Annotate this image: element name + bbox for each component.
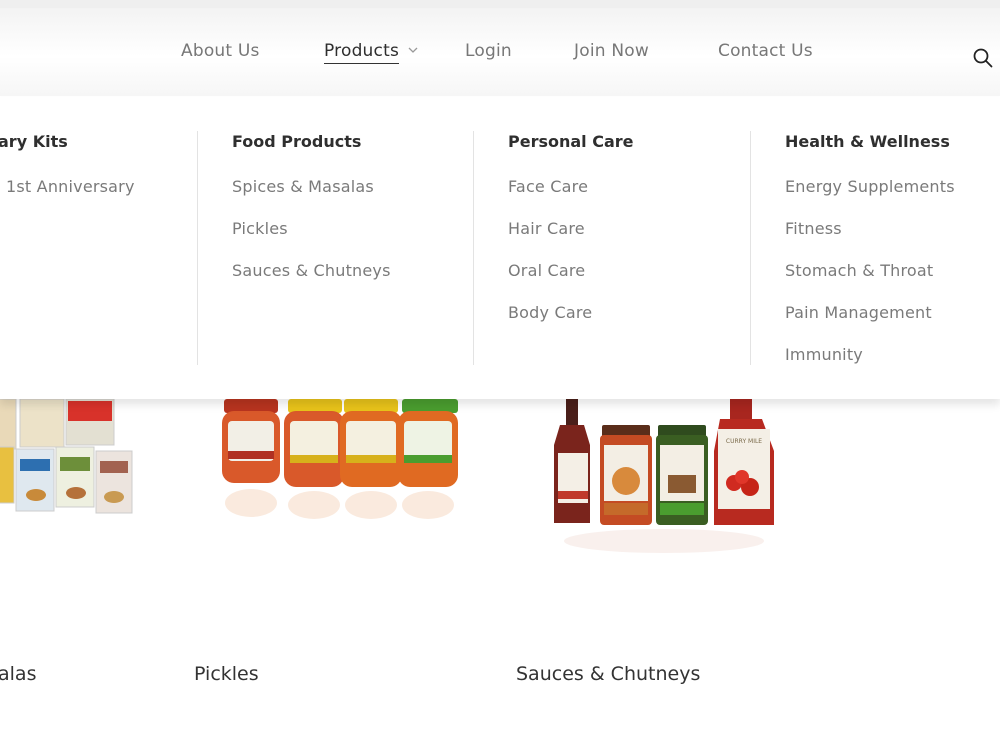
chevron-down-icon: [408, 47, 418, 53]
category-label-spices[interactable]: alas: [0, 663, 36, 685]
nav-about-us-label: About Us: [181, 41, 260, 61]
menu-link-stomach-throat[interactable]: Stomach & Throat: [785, 261, 933, 280]
sauces-product-image[interactable]: CURRY MILE: [552, 399, 782, 559]
menu-link-hair-care[interactable]: Hair Care: [508, 219, 585, 238]
column-heading-food-products: Food Products: [232, 132, 362, 151]
menu-link-pickles[interactable]: Pickles: [232, 219, 288, 238]
menu-link-oral-care[interactable]: Oral Care: [508, 261, 585, 280]
menu-link-pain-management[interactable]: Pain Management: [785, 303, 932, 322]
column-heading-health-wellness: Health & Wellness: [785, 132, 950, 151]
menu-link-energy-supplements[interactable]: Energy Supplements: [785, 177, 955, 196]
spices-product-image[interactable]: [0, 399, 140, 529]
column-divider: [197, 131, 198, 365]
column-heading-personal-care: Personal Care: [508, 132, 634, 151]
menu-link-immunity[interactable]: Immunity: [785, 345, 863, 364]
menu-link-1st-anniversary[interactable]: 1st Anniversary: [6, 177, 135, 196]
pickles-product-image[interactable]: [218, 399, 463, 529]
product-category-grid: CURRY MILE alas Pickles Sauces & Chutney…: [0, 399, 1000, 750]
nav-login-label: Login: [465, 41, 512, 61]
column-divider: [473, 131, 474, 365]
nav-contact-us-label: Contact Us: [718, 41, 813, 61]
top-strip: [0, 0, 1000, 8]
main-navigation: About Us Products Login Join Now Contact…: [0, 8, 1000, 96]
menu-link-face-care[interactable]: Face Care: [508, 177, 588, 196]
nav-contact-us[interactable]: Contact Us: [718, 41, 813, 61]
category-label-pickles[interactable]: Pickles: [194, 663, 259, 685]
category-label-sauces-chutneys[interactable]: Sauces & Chutneys: [516, 663, 700, 685]
nav-products-label: Products: [324, 41, 400, 64]
nav-join-now-label: Join Now: [574, 41, 649, 61]
nav-join-now[interactable]: Join Now: [574, 41, 649, 61]
column-heading-kits: ary Kits: [0, 132, 68, 151]
menu-link-fitness[interactable]: Fitness: [785, 219, 842, 238]
nav-login[interactable]: Login: [465, 41, 512, 61]
menu-link-spices-masalas[interactable]: Spices & Masalas: [232, 177, 374, 196]
column-divider: [750, 131, 751, 365]
nav-products[interactable]: Products: [324, 41, 418, 64]
nav-about-us[interactable]: About Us: [181, 41, 260, 61]
menu-link-sauces-chutneys[interactable]: Sauces & Chutneys: [232, 261, 391, 280]
products-mega-menu: ary Kits 1st Anniversary Food Products S…: [0, 97, 1000, 399]
menu-link-body-care[interactable]: Body Care: [508, 303, 592, 322]
search-icon[interactable]: [972, 47, 994, 69]
jar-brand-text: CURRY MILE: [726, 438, 762, 445]
